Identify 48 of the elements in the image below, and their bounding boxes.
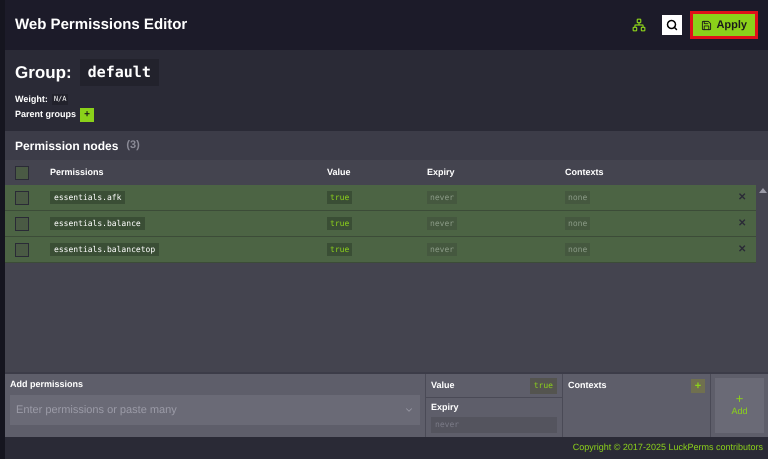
permission-node: essentials.afk <box>50 190 126 204</box>
contexts-label: Contexts <box>568 379 607 392</box>
contexts-tag[interactable]: none <box>565 242 590 256</box>
value-toggle[interactable]: true <box>530 378 557 394</box>
weight-label: Weight: <box>15 92 48 106</box>
value-tag[interactable]: true <box>327 242 352 256</box>
contexts-tag[interactable]: none <box>565 216 590 230</box>
search-icon <box>666 19 678 31</box>
group-label: Group: <box>15 62 72 84</box>
remove-button[interactable]: ✕ <box>738 190 746 205</box>
permission-row[interactable]: essentials.afk true never none ✕ <box>5 185 756 211</box>
remove-button[interactable]: ✕ <box>738 242 746 257</box>
add-button[interactable]: + Add <box>715 378 764 433</box>
checkbox[interactable] <box>15 190 29 204</box>
checkbox[interactable] <box>15 242 29 256</box>
window-title: Web Permissions Editor <box>15 14 188 35</box>
scroll-up-icon[interactable] <box>759 188 767 193</box>
expiry-tag[interactable]: never <box>427 190 458 204</box>
contexts-tag[interactable]: none <box>565 190 590 204</box>
permission-node: essentials.balance <box>50 216 145 230</box>
expiry-tag[interactable]: never <box>427 216 458 230</box>
value-tag[interactable]: true <box>327 190 352 204</box>
parent-groups-label: Parent groups <box>15 108 76 122</box>
section-title: Permission nodes <box>15 138 118 154</box>
column-header: Value <box>327 166 352 179</box>
search-button[interactable] <box>662 15 682 35</box>
copyright-text: Copyright © 2017-2025 LuckPerms contributors <box>572 441 763 454</box>
column-header: Expiry <box>427 166 456 179</box>
node-count: (3) <box>126 138 140 154</box>
save-icon <box>701 20 712 30</box>
add-context-button[interactable]: + <box>691 379 705 393</box>
apply-button[interactable]: Apply <box>690 11 758 39</box>
add-parent-button[interactable]: + <box>80 108 94 122</box>
value-label: Value <box>431 378 455 392</box>
group-name: default <box>80 59 159 86</box>
column-header: Permissions <box>50 166 105 179</box>
permission-node: essentials.balancetop <box>50 242 160 256</box>
checkbox[interactable] <box>15 166 29 180</box>
remove-button[interactable]: ✕ <box>738 216 746 231</box>
add-permissions-label: Add permissions <box>10 378 84 391</box>
expiry-tag[interactable]: never <box>427 242 458 256</box>
checkbox[interactable] <box>15 216 29 230</box>
expiry-label: Expiry <box>431 401 460 414</box>
column-header: Contexts <box>565 166 604 179</box>
permission-row[interactable]: essentials.balance true never none ✕ <box>5 211 756 237</box>
permission-row[interactable]: essentials.balancetop true never none ✕ <box>5 237 756 263</box>
value-tag[interactable]: true <box>327 216 352 230</box>
tree-icon[interactable] <box>632 18 646 32</box>
